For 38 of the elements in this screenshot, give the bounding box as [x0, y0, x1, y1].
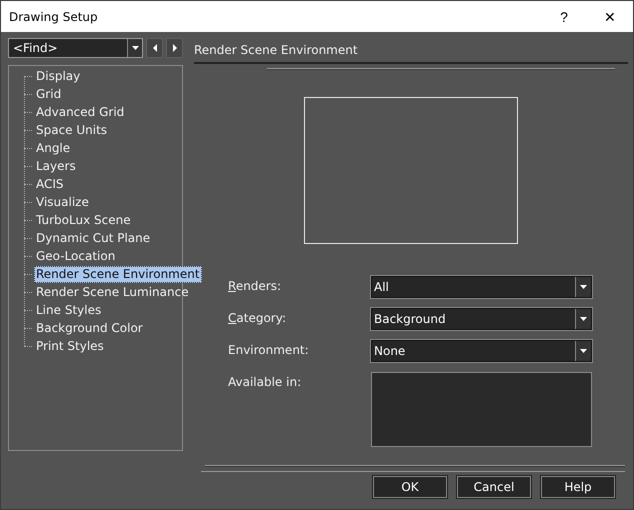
tree-item[interactable]: Background Color: [34, 320, 145, 336]
tree-item[interactable]: Grid: [34, 86, 64, 102]
right-arrow-icon: [172, 44, 176, 52]
dropdown-arrow-icon: [580, 349, 587, 353]
tree-item[interactable]: Visualize: [34, 194, 91, 210]
find-combo[interactable]: <Find>: [8, 38, 143, 58]
next-button[interactable]: [166, 38, 183, 58]
dropdown-field[interactable]: Background: [371, 308, 592, 330]
tree-item[interactable]: Render Scene Luminance: [34, 284, 191, 300]
panel-title: Render Scene Environment: [194, 38, 628, 64]
tree-item[interactable]: Advanced Grid: [34, 104, 126, 120]
left-arrow-icon: [152, 44, 156, 52]
tree-item[interactable]: Print Styles: [34, 338, 106, 354]
tree-item[interactable]: Render Scene Environment: [34, 266, 202, 282]
previous-button[interactable]: [146, 38, 163, 58]
tree-item[interactable]: ACIS: [34, 176, 66, 192]
field-label: Category:: [228, 310, 287, 327]
window-title: Drawing Setup: [8, 10, 99, 24]
tree-item[interactable]: Angle: [34, 140, 72, 156]
dropdown-arrow-icon: [580, 317, 587, 321]
tree-item[interactable]: Layers: [34, 158, 78, 174]
dialog-button[interactable]: OK: [373, 476, 447, 498]
dropdown-arrow-icon: [580, 285, 587, 289]
dialog-button[interactable]: Cancel: [457, 476, 531, 498]
field-label: Available in:: [228, 374, 302, 391]
tree-item[interactable]: TurboLux Scene: [34, 212, 133, 228]
dropdown-arrow-icon: [132, 46, 138, 50]
tree-item[interactable]: Display: [34, 68, 82, 84]
list-box[interactable]: [371, 372, 592, 447]
tree-item[interactable]: Line Styles: [34, 302, 104, 318]
dialog-button[interactable]: Help: [541, 476, 615, 498]
dropdown-field[interactable]: All: [371, 276, 592, 298]
dropdown-field[interactable]: None: [371, 340, 592, 362]
field-label: Renders:: [228, 278, 282, 295]
tree-item[interactable]: Geo-Location: [34, 248, 118, 264]
tree-item[interactable]: Space Units: [34, 122, 110, 138]
field-label: Environment:: [228, 342, 310, 359]
tree-item[interactable]: Dynamic Cut Plane: [34, 230, 152, 246]
